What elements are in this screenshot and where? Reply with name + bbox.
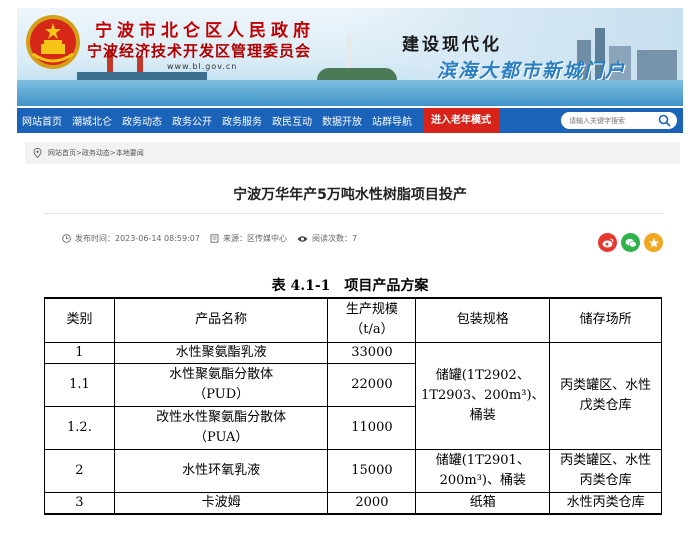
cell-product-name-line: 改性水性聚氨酯分散体 (156, 409, 287, 425)
national-emblem-icon (26, 15, 80, 69)
banner-water (17, 80, 683, 106)
search-input[interactable] (569, 116, 651, 125)
cell-storage-line: 丙类仓库 (579, 472, 632, 488)
source-value: 区传媒中心 (246, 234, 287, 243)
gov-title: 宁波市北仑区人民政府 (95, 21, 315, 41)
cell-category: 1.2. (44, 405, 115, 450)
publish-label: 发布时间： (75, 234, 115, 243)
cell-scale: 11000 (327, 405, 417, 450)
header-scale: 生产规模 （t/a） (327, 297, 417, 343)
site-banner: 宁波市北仑区人民政府 宁波经济技术开发区管理委员会 www.bl.gov.cn … (17, 8, 683, 106)
table-header-row: 类别 产品名称 生产规模 （t/a） 包装规格 储存场所 (44, 297, 662, 343)
cell-packaging-line: 储罐(1T2901、 (435, 452, 530, 468)
cell-packaging: 储罐(1T2901、 200m³)、桶装 (415, 448, 551, 493)
nav-item-home[interactable]: 网站首页 (17, 113, 67, 128)
breadcrumb-text[interactable]: 网站首页>政务动态>本地要闻 (48, 148, 144, 158)
breadcrumb: 网站首页>政务动态>本地要闻 (25, 142, 680, 164)
cell-scale: 33000 (327, 341, 417, 364)
table-row: 1 水性聚氨酯乳液 33000 储罐(1T2902、 1T2903、200m³)… (44, 341, 662, 450)
main-nav: 网站首页 潮城北仑 政务动态 政务公开 政务服务 政民互动 数据开放 站群导航 … (17, 108, 683, 133)
cell-packaging-line: 储罐(1T2902、 (435, 367, 530, 383)
search-box (561, 112, 677, 129)
cell-product-name: 水性聚氨酯分散体 （PUD） (113, 362, 329, 407)
cell-product-name-line: （PUD） (193, 386, 250, 402)
cell-product-name: 水性聚氨酯乳液 (113, 341, 329, 364)
table-row: 2 水性环氧乳液 15000 储罐(1T2901、 200m³)、桶装 丙类罐区… (44, 448, 662, 493)
eye-icon (297, 235, 308, 242)
header-packaging: 包装规格 (415, 297, 551, 343)
article-meta: 发布时间： 2023-06-14 08:59:07 来源： 区传媒中心 阅读次数… (62, 233, 357, 244)
cell-product-name: 改性水性聚氨酯分散体 （PUA） (113, 405, 329, 450)
cell-category: 1.1 (44, 362, 115, 407)
product-plan-table: 类别 产品名称 生产规模 （t/a） 包装规格 储存场所 1 水性聚氨酯乳液 3… (44, 297, 662, 515)
cell-packaging-line: 1T2903、200m³)、 (421, 387, 545, 403)
title-divider (44, 213, 664, 214)
search-icon[interactable] (658, 114, 671, 127)
location-pin-icon (33, 148, 42, 158)
cell-category: 1 (44, 341, 115, 364)
header-scale-line2: （t/a） (350, 322, 394, 338)
cell-packaging: 储罐(1T2902、 1T2903、200m³)、 桶装 (415, 341, 551, 450)
views-count: 7 (351, 234, 358, 243)
cell-packaging-line: 桶装 (469, 407, 496, 423)
cell-product-name-line: （PUA） (193, 429, 249, 445)
banner-building (637, 50, 677, 80)
cell-storage: 水性丙类仓库 (549, 491, 662, 514)
nav-item-site-nav[interactable]: 站群导航 (367, 113, 417, 128)
nav-item-services[interactable]: 政务服务 (217, 113, 267, 128)
article-content-image: 表 4.1-1 项目产品方案 类别 产品名称 生产规模 （t/a） 包装规格 储… (0, 268, 700, 535)
header-storage: 储存场所 (549, 297, 662, 343)
document-icon (210, 234, 219, 243)
weibo-icon[interactable] (598, 233, 617, 252)
share-buttons (598, 233, 663, 252)
cell-storage-line: 戊类仓库 (579, 397, 632, 413)
cell-packaging: 纸箱 (415, 491, 551, 514)
cell-storage: 丙类罐区、水性 丙类仓库 (549, 448, 662, 493)
cell-scale: 2000 (327, 491, 417, 514)
header-product-name: 产品名称 (113, 297, 329, 343)
header-category: 类别 (44, 297, 115, 343)
nav-item-disclosure[interactable]: 政务公开 (167, 113, 217, 128)
source-label: 来源： (222, 234, 247, 243)
site-url: www.bl.gov.cn (167, 62, 238, 71)
gov-subtitle: 宁波经济技术开发区管理委员会 (87, 42, 312, 60)
cell-category: 2 (44, 448, 115, 493)
cell-storage-line: 丙类罐区、水性 (560, 452, 652, 468)
cell-scale: 22000 (327, 362, 417, 407)
cell-packaging-line: 200m³)、桶装 (439, 472, 526, 488)
cell-storage: 丙类罐区、水性 戊类仓库 (549, 341, 662, 450)
table-row: 3 卡波姆 2000 纸箱 水性丙类仓库 (44, 491, 662, 514)
cell-category: 3 (44, 491, 115, 514)
article-title: 宁波万华年产5万吨水性树脂项目投产 (233, 187, 467, 203)
nav-item-open-data[interactable]: 数据开放 (317, 113, 367, 128)
banner-slogan-main: 建设现代化 (402, 35, 502, 55)
cell-product-name: 卡波姆 (113, 491, 329, 514)
publish-time: 2023-06-14 08:59:07 (115, 234, 200, 243)
favorite-icon[interactable] (644, 233, 663, 252)
nav-item-chaocheng-beilun[interactable]: 潮城北仑 (67, 113, 117, 128)
header-scale-line1: 生产规模 (345, 302, 398, 318)
nav-item-interaction[interactable]: 政民互动 (267, 113, 317, 128)
wechat-icon[interactable] (621, 233, 640, 252)
table-caption: 表 4.1-1 项目产品方案 (271, 278, 429, 294)
clock-icon (62, 234, 71, 243)
views-label: 阅读次数： (311, 234, 352, 243)
nav-item-news[interactable]: 政务动态 (117, 113, 167, 128)
cell-product-name-line: 水性聚氨酯分散体 (169, 366, 274, 382)
banner-slogan-sub: 滨海大都市新城门户 (437, 60, 627, 82)
elder-mode-button[interactable]: 进入老年模式 (423, 108, 499, 133)
cell-scale: 15000 (327, 448, 417, 493)
banner-dock (77, 72, 207, 80)
banner-island (317, 68, 397, 80)
cell-product-name: 水性环氧乳液 (113, 448, 329, 493)
cell-storage-line: 丙类罐区、水性 (560, 377, 652, 393)
